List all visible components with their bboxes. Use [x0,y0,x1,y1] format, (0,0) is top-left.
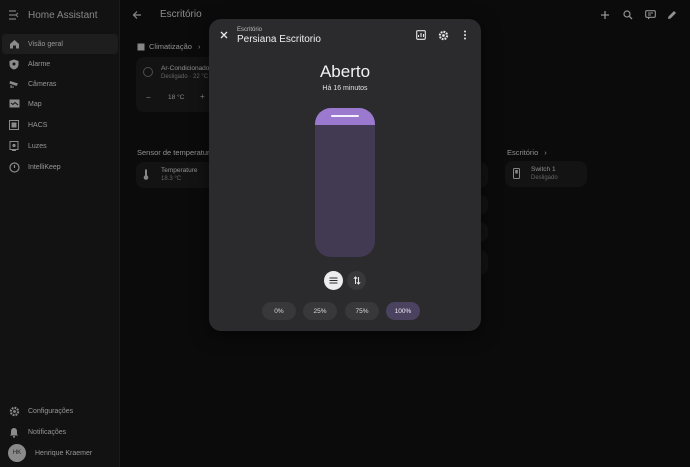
cover-position-slider[interactable] [315,108,375,257]
preset-25-button[interactable]: 25% [303,302,337,320]
more-vert-icon[interactable] [458,28,472,42]
cover-state: Aberto [319,62,371,81]
preset-0-button[interactable]: 0% [262,302,296,320]
dialog-breadcrumb: Escritório [237,27,263,33]
position-mode-button[interactable] [324,271,343,290]
dialog-title: Persiana Escritorio [237,34,321,45]
open-close-mode-button[interactable] [347,271,366,290]
history-icon[interactable] [414,28,428,42]
cover-slider-handle[interactable] [331,115,359,117]
swap-vertical-icon [352,276,361,285]
last-changed: Há 16 minutos [322,85,368,92]
preset-75-button[interactable]: 75% [345,302,379,320]
more-info-dialog: Escritório Persiana Escritorio Aberto Há… [209,19,481,331]
close-icon[interactable] [217,28,231,42]
menu-lines-icon [329,277,338,284]
gear-icon[interactable] [436,28,450,42]
preset-100-button[interactable]: 100% [386,302,420,320]
